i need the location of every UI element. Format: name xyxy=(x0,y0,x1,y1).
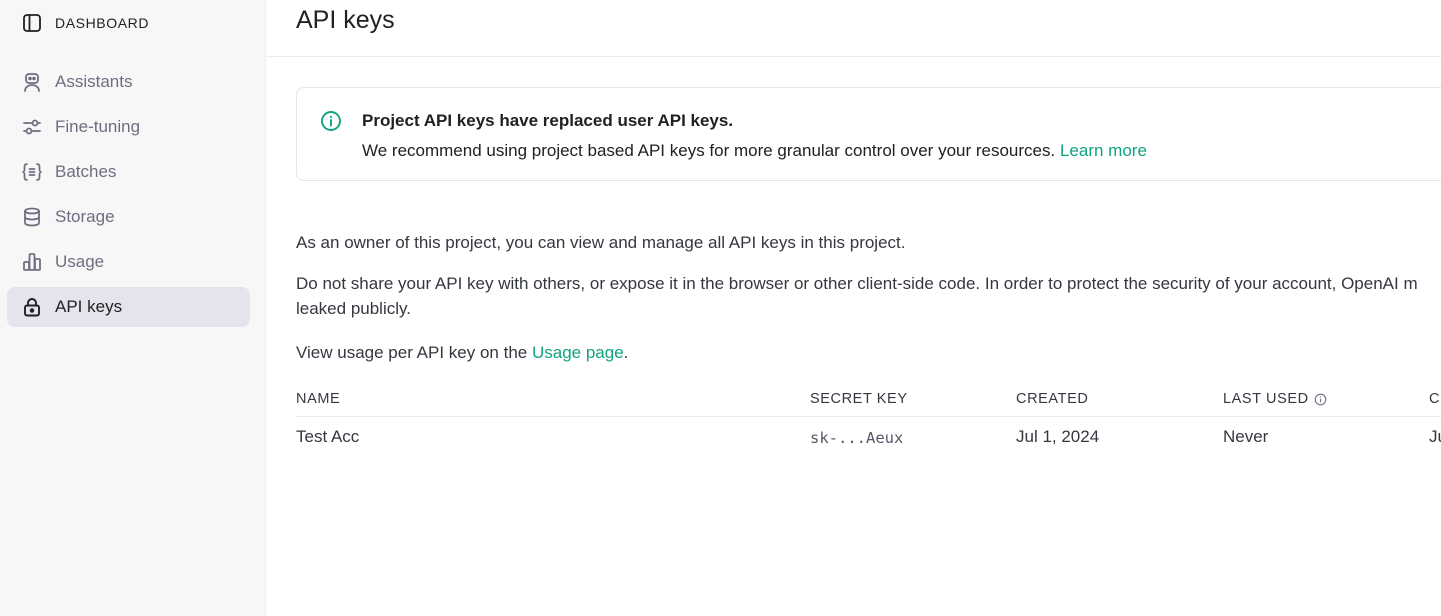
sidebar-item-api-keys[interactable]: API keys xyxy=(7,287,250,327)
cell-secret-key: sk-...Aeux xyxy=(810,429,904,447)
sidebar-item-label: Assistants xyxy=(55,72,133,91)
sliders-icon xyxy=(21,116,43,138)
cell-created: Jul 1, 2024 xyxy=(1016,427,1100,446)
api-keys-table: NAME SECRET KEY CREATED LAST USED C Test… xyxy=(296,388,1441,457)
dashboard-label: DASHBOARD xyxy=(55,15,150,31)
usage-note-end: . xyxy=(623,343,629,362)
usage-note-text: View usage per API key on the xyxy=(296,343,528,362)
owner-description: As an owner of this project, you can vie… xyxy=(296,233,906,252)
security-warning-line-2: leaked publicly. xyxy=(296,299,411,318)
sidebar-item-label: Storage xyxy=(55,207,115,226)
info-icon xyxy=(320,110,342,132)
braces-list-icon xyxy=(21,161,43,183)
usage-note: View usage per API key on the Usage page… xyxy=(296,340,628,365)
page-header: API keys xyxy=(266,0,1441,57)
column-header-last-used-label: LAST USED xyxy=(1223,391,1309,407)
lock-icon xyxy=(21,296,43,318)
notice-body: We recommend using project based API key… xyxy=(362,141,1147,161)
sidebar-panel-icon[interactable] xyxy=(22,13,42,33)
bar-chart-icon xyxy=(21,251,43,273)
sidebar: DASHBOARD Assistants Fine-tuning Batches… xyxy=(0,0,266,616)
table-row[interactable]: Test Acc sk-...Aeux Jul 1, 2024 Never Ju xyxy=(296,417,1441,457)
notice-title: Project API keys have replaced user API … xyxy=(362,111,734,130)
main-content: API keys Project API keys have replaced … xyxy=(266,0,1441,616)
database-icon xyxy=(21,206,43,228)
sidebar-item-usage[interactable]: Usage xyxy=(7,242,250,282)
cell-last-used: Never xyxy=(1223,427,1269,446)
notice-banner: Project API keys have replaced user API … xyxy=(296,87,1441,181)
page-title: API keys xyxy=(296,6,395,34)
sidebar-item-label: Batches xyxy=(55,162,117,181)
column-header-last-used: LAST USED xyxy=(1223,391,1327,407)
learn-more-link[interactable]: Learn more xyxy=(1060,141,1147,160)
sidebar-item-label: Usage xyxy=(55,252,105,271)
cell-name: Test Acc xyxy=(296,427,360,446)
sidebar-item-label: Fine-tuning xyxy=(55,117,141,136)
dashboard-header[interactable]: DASHBOARD xyxy=(22,12,149,34)
column-header-created: CREATED xyxy=(1016,391,1089,407)
sidebar-item-batches[interactable]: Batches xyxy=(7,152,250,192)
usage-page-link[interactable]: Usage page xyxy=(532,343,624,362)
robot-icon xyxy=(21,71,43,93)
notice-body-text: We recommend using project based API key… xyxy=(362,141,1056,160)
column-header-secret-key: SECRET KEY xyxy=(810,391,908,407)
sidebar-item-assistants[interactable]: Assistants xyxy=(7,62,250,102)
sidebar-item-label: API keys xyxy=(55,297,123,316)
security-warning: Do not share your API key with others, o… xyxy=(296,271,1441,321)
sidebar-item-storage[interactable]: Storage xyxy=(7,197,250,237)
sidebar-item-fine-tuning[interactable]: Fine-tuning xyxy=(7,107,250,147)
cell-truncated: Ju xyxy=(1429,427,1441,446)
column-header-truncated: C xyxy=(1429,391,1441,407)
info-icon[interactable] xyxy=(1314,393,1327,406)
security-warning-line-1: Do not share your API key with others, o… xyxy=(296,274,1418,293)
column-header-name: NAME xyxy=(296,391,341,407)
table-header: NAME SECRET KEY CREATED LAST USED C xyxy=(296,388,1441,417)
